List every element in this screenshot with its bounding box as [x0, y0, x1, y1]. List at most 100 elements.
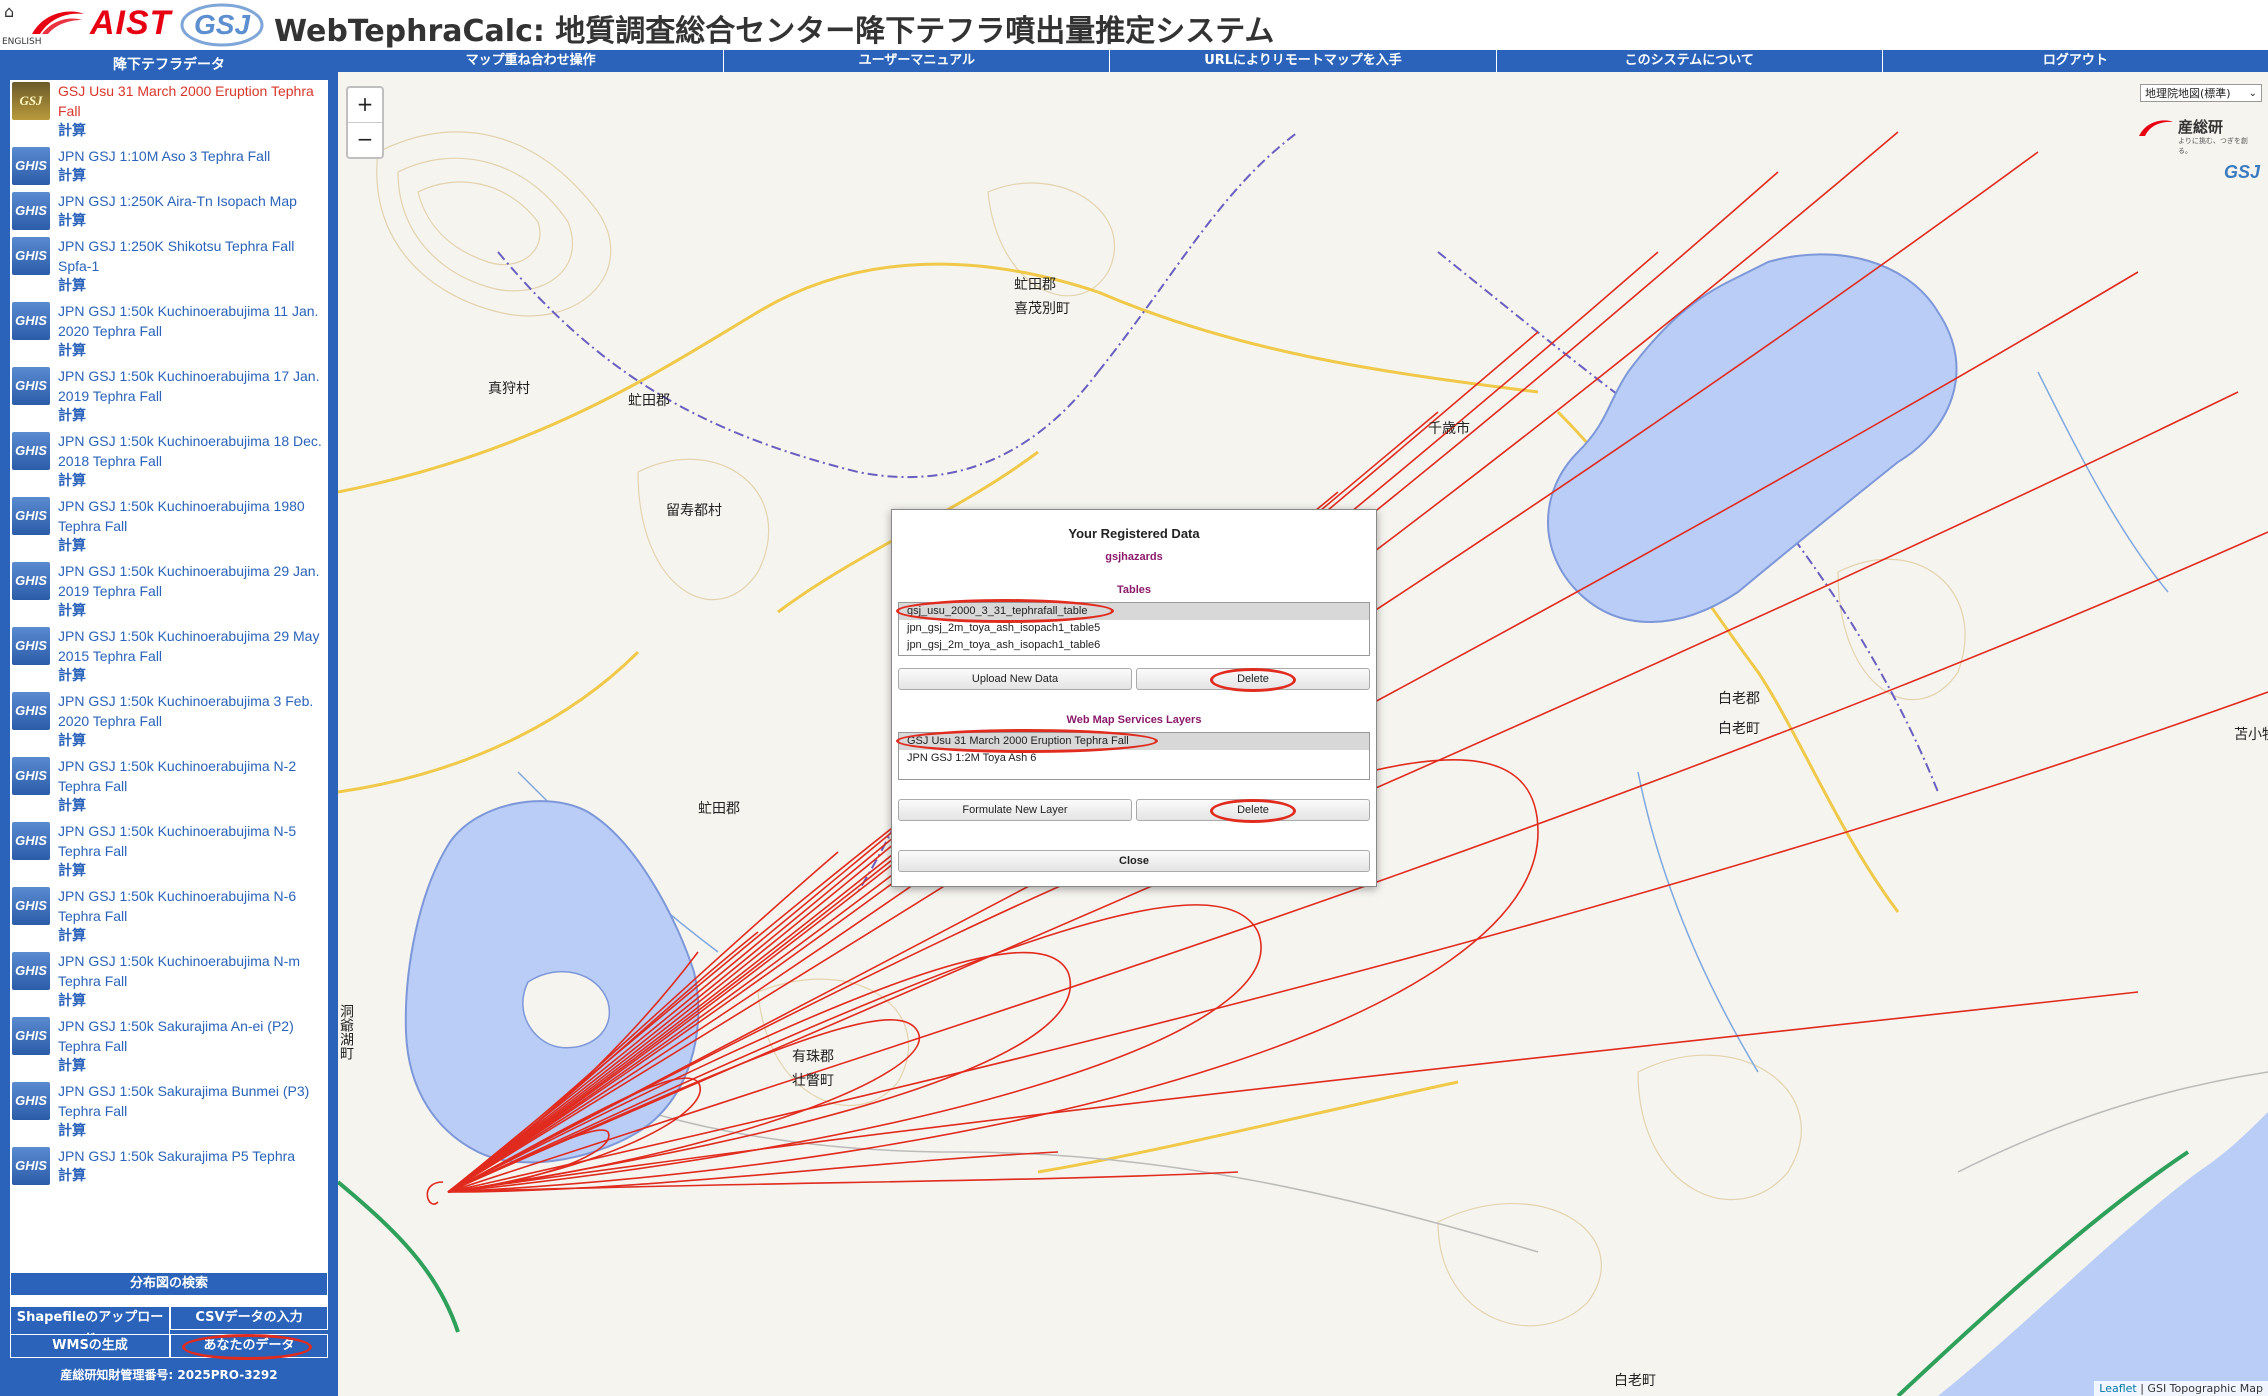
nav-remote-map-url[interactable]: URLによりリモートマップを入手: [1110, 50, 1497, 72]
dataset-name[interactable]: JPN GSJ 1:250K Shikotsu Tephra Fall Spfa…: [58, 235, 328, 276]
dataset-item[interactable]: GHIS JPN GSJ 1:10M Aso 3 Tephra Fall 計算: [10, 145, 328, 186]
attribution-text: | GSI Topographic Map: [2136, 1382, 2263, 1395]
dataset-item[interactable]: GHIS JPN GSJ 1:50k Kuchinoerabujima 18 De…: [10, 430, 328, 491]
dataset-item[interactable]: GHIS JPN GSJ 1:250K Aira-Tn Isopach Map 計算: [10, 190, 328, 231]
dataset-list[interactable]: GSJ GSJ Usu 31 March 2000 Eruption Tephra…: [10, 80, 328, 1306]
dataset-item[interactable]: GHIS JPN GSJ 1:50k Kuchinoerabujima 11 Ja…: [10, 300, 328, 361]
nav-map-overlay[interactable]: マップ重ね合わせ操作: [338, 50, 725, 72]
calculate-link[interactable]: 計算: [58, 406, 328, 426]
delete-layer-button[interactable]: Delete: [1136, 799, 1370, 821]
map-attribution: Leaflet | GSI Topographic Map: [2094, 1381, 2268, 1396]
dataset-item[interactable]: GHIS JPN GSJ 1:50k Kuchinoerabujima 1980 …: [10, 495, 328, 556]
dataset-name[interactable]: JPN GSJ 1:50k Kuchinoerabujima 17 Jan. 2…: [58, 365, 328, 406]
csv-input-button[interactable]: CSVデータの入力: [170, 1306, 328, 1330]
dataset-item[interactable]: GHIS JPN GSJ 1:50k Kuchinoerabujima N-6 T…: [10, 885, 328, 946]
app-title: WebTephraCalc: 地質調査総合センター降下テフラ噴出量推定システム: [274, 14, 1275, 49]
wms-layers-heading: Web Map Services Layers: [1066, 714, 1202, 726]
aist-logo[interactable]: AIST: [30, 4, 171, 42]
dataset-name[interactable]: JPN GSJ 1:50k Kuchinoerabujima 29 May 20…: [58, 625, 328, 666]
dataset-item[interactable]: GHIS JPN GSJ 1:50k Kuchinoerabujima N-5 T…: [10, 820, 328, 881]
zoom-control: + −: [346, 86, 384, 159]
calculate-link[interactable]: 計算: [58, 601, 328, 621]
aist-corner-text: 産総研: [2178, 118, 2224, 136]
dataset-item[interactable]: GHIS JPN GSJ 1:50k Kuchinoerabujima N-2 T…: [10, 755, 328, 816]
wms-layer-item[interactable]: GSJ Usu 31 March 2000 Eruption Tephra Fa…: [899, 733, 1369, 750]
search-distribution-button[interactable]: 分布図の検索: [10, 1272, 328, 1296]
calculate-link[interactable]: 計算: [58, 666, 328, 686]
dataset-item[interactable]: GHIS JPN GSJ 1:50k Sakurajima An-ei (P2) …: [10, 1015, 328, 1076]
dataset-item[interactable]: GHIS JPN GSJ 1:50k Sakurajima Bunmei (P3)…: [10, 1080, 328, 1141]
calculate-link[interactable]: 計算: [58, 471, 328, 491]
nav-about[interactable]: このシステムについて: [1497, 50, 1883, 72]
gsj-logo[interactable]: GSJ: [180, 2, 264, 48]
dataset-item[interactable]: GHIS JPN GSJ 1:50k Kuchinoerabujima 3 Feb…: [10, 690, 328, 751]
dataset-name[interactable]: JPN GSJ 1:50k Sakurajima Bunmei (P3) Tep…: [58, 1080, 328, 1121]
calculate-link[interactable]: 計算: [58, 536, 328, 556]
wms-layers-listbox[interactable]: GSJ Usu 31 March 2000 Eruption Tephra Fa…: [898, 732, 1370, 780]
calculate-link[interactable]: 計算: [58, 1121, 328, 1141]
dataset-name[interactable]: JPN GSJ 1:50k Kuchinoerabujima 1980 Teph…: [58, 495, 328, 536]
map-label-abuta-gun: 虻田郡: [698, 801, 740, 817]
zoom-out-button[interactable]: −: [348, 122, 382, 157]
table-item[interactable]: jpn_gsj_2m_toya_ash_isopach1_table6: [899, 637, 1369, 654]
zoom-in-button[interactable]: +: [348, 88, 382, 122]
leaflet-link[interactable]: Leaflet: [2099, 1382, 2136, 1395]
calculate-link[interactable]: 計算: [58, 211, 328, 231]
calculate-link[interactable]: 計算: [58, 1166, 328, 1186]
basemap-select[interactable]: 地理院地図(標準) ⌄: [2140, 84, 2262, 102]
basemap-select-value: 地理院地図(標準): [2145, 87, 2231, 100]
tables-listbox[interactable]: gsj_usu_2000_3_31_tephrafall_table jpn_g…: [898, 602, 1370, 656]
dataset-item[interactable]: GHIS JPN GSJ 1:250K Shikotsu Tephra Fall …: [10, 235, 328, 296]
aist-swoosh-icon: [2139, 120, 2173, 136]
dataset-name[interactable]: JPN GSJ 1:50k Sakurajima An-ei (P2) Teph…: [58, 1015, 328, 1056]
home-icon[interactable]: ⌂: [4, 4, 14, 20]
wms-generate-button[interactable]: WMSの生成: [10, 1334, 170, 1358]
dataset-name[interactable]: JPN GSJ 1:50k Kuchinoerabujima N-6 Tephr…: [58, 885, 328, 926]
table-item[interactable]: jpn_gsj_2m_toya_ash_isopach1_table5: [899, 620, 1369, 637]
dataset-item[interactable]: GHIS JPN GSJ 1:50k Kuchinoerabujima 17 Ja…: [10, 365, 328, 426]
dataset-name[interactable]: JPN GSJ 1:10M Aso 3 Tephra Fall: [58, 145, 328, 166]
calculate-link[interactable]: 計算: [58, 166, 328, 186]
upload-new-data-button[interactable]: Upload New Data: [898, 668, 1132, 690]
calculate-link[interactable]: 計算: [58, 121, 328, 141]
dataset-item[interactable]: GHIS JPN GSJ 1:50k Kuchinoerabujima 29 Ma…: [10, 625, 328, 686]
table-item[interactable]: gsj_usu_2000_3_31_tephrafall_table: [899, 603, 1369, 620]
sidebar-title: 降下テフラデータ: [113, 57, 225, 73]
ghis-dataset-icon: GHIS: [12, 1082, 50, 1120]
nav-logout[interactable]: ログアウト: [1883, 50, 2268, 72]
dataset-item[interactable]: GHIS JPN GSJ 1:50k Kuchinoerabujima N-m T…: [10, 950, 328, 1011]
map-label-usu-gun: 有珠郡: [792, 1049, 834, 1065]
dataset-name[interactable]: JPN GSJ 1:250K Aira-Tn Isopach Map: [58, 190, 328, 211]
calculate-link[interactable]: 計算: [58, 861, 328, 881]
delete-table-button[interactable]: Delete: [1136, 668, 1370, 690]
dataset-name[interactable]: JPN GSJ 1:50k Kuchinoerabujima N-5 Tephr…: [58, 820, 328, 861]
your-data-button[interactable]: あなたのデータ: [170, 1334, 328, 1358]
close-button[interactable]: Close: [898, 850, 1370, 872]
gsj-logo-text: GSJ: [194, 9, 251, 40]
calculate-link[interactable]: 計算: [58, 991, 328, 1011]
calculate-link[interactable]: 計算: [58, 731, 328, 751]
ghis-dataset-icon: GHIS: [12, 562, 50, 600]
calculate-link[interactable]: 計算: [58, 276, 328, 296]
dataset-item[interactable]: GHIS JPN GSJ 1:50k Kuchinoerabujima 29 Ja…: [10, 560, 328, 621]
dataset-item[interactable]: GSJ GSJ Usu 31 March 2000 Eruption Tephra…: [10, 80, 328, 141]
calculate-link[interactable]: 計算: [58, 796, 328, 816]
dataset-item[interactable]: GHIS JPN GSJ 1:50k Sakurajima P5 Tephra 計算: [10, 1145, 328, 1186]
dataset-name[interactable]: JPN GSJ 1:50k Kuchinoerabujima 18 Dec. 2…: [58, 430, 328, 471]
wms-layer-item[interactable]: JPN GSJ 1:2M Toya Ash 6: [899, 750, 1369, 767]
calculate-link[interactable]: 計算: [58, 341, 328, 361]
ghis-dataset-icon: GHIS: [12, 757, 50, 795]
dataset-name[interactable]: GSJ Usu 31 March 2000 Eruption Tephra Fa…: [58, 80, 328, 121]
calculate-link[interactable]: 計算: [58, 926, 328, 946]
formulate-new-layer-button[interactable]: Formulate New Layer: [898, 799, 1132, 821]
dataset-name[interactable]: JPN GSJ 1:50k Kuchinoerabujima N-m Tephr…: [58, 950, 328, 991]
nav-user-manual[interactable]: ユーザーマニュアル: [724, 50, 1111, 72]
dataset-name[interactable]: JPN GSJ 1:50k Kuchinoerabujima 11 Jan. 2…: [58, 300, 328, 341]
dataset-name[interactable]: JPN GSJ 1:50k Sakurajima P5 Tephra: [58, 1145, 328, 1166]
dataset-name[interactable]: JPN GSJ 1:50k Kuchinoerabujima 29 Jan. 2…: [58, 560, 328, 601]
ghis-dataset-icon: GHIS: [12, 887, 50, 925]
registered-data-dialog: Your Registered Data gsjhazards Tables g…: [891, 509, 1377, 887]
dataset-name[interactable]: JPN GSJ 1:50k Kuchinoerabujima 3 Feb. 20…: [58, 690, 328, 731]
dataset-name[interactable]: JPN GSJ 1:50k Kuchinoerabujima N-2 Tephr…: [58, 755, 328, 796]
calculate-link[interactable]: 計算: [58, 1056, 328, 1076]
